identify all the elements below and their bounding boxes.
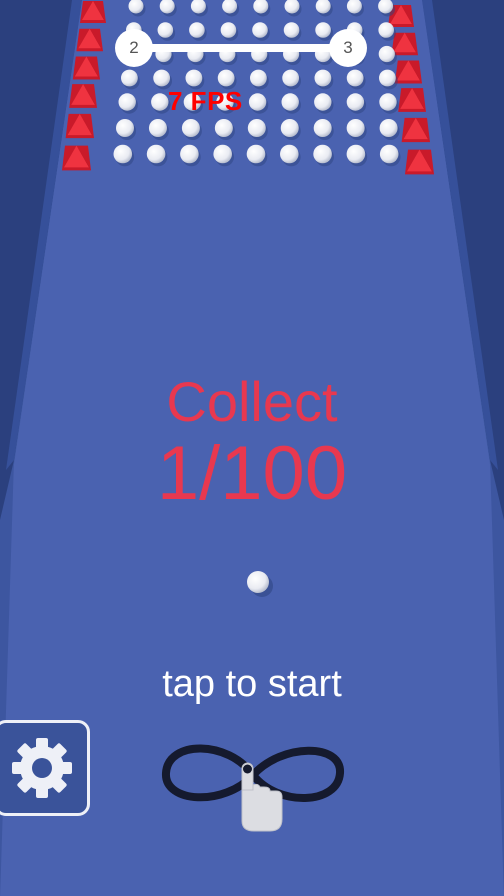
current-level-badge: 2 [115, 29, 153, 67]
gear-icon [12, 738, 72, 798]
progress-track [145, 44, 337, 52]
white-ball [314, 93, 332, 111]
red-spike-block [80, 0, 106, 24]
white-ball [153, 69, 171, 87]
red-spike-block [391, 32, 418, 56]
level-progress-bar: 2 3 [115, 29, 367, 67]
white-ball [282, 69, 300, 87]
white-ball [213, 144, 232, 164]
white-ball [346, 119, 365, 137]
white-ball [118, 93, 136, 111]
red-spike-block [398, 88, 426, 112]
white-ball [248, 93, 267, 111]
white-ball [379, 69, 396, 87]
white-ball [280, 119, 299, 137]
red-spike-block [69, 84, 97, 108]
red-spike-block [72, 56, 100, 80]
white-ball [313, 144, 332, 164]
white-ball [314, 69, 332, 87]
white-ball [151, 93, 169, 111]
collect-title: Collect [166, 370, 338, 433]
white-ball [378, 45, 395, 63]
white-ball [185, 69, 203, 87]
red-spike-block [62, 145, 91, 171]
red-spike-block [76, 28, 103, 52]
white-ball [379, 119, 398, 137]
fps-counter: 7 FPS [168, 86, 243, 116]
white-ball [379, 93, 397, 111]
white-ball [116, 119, 134, 137]
infinity-swipe-icon [162, 744, 344, 832]
red-spike-block [65, 113, 94, 139]
white-ball [378, 22, 395, 38]
white-ball [281, 93, 299, 111]
white-ball [148, 119, 167, 137]
white-ball [181, 119, 200, 137]
white-ball [346, 93, 365, 111]
white-ball [280, 144, 299, 164]
collect-counter: 1/100 [156, 431, 348, 516]
tap-to-start-text[interactable]: tap to start [0, 660, 504, 708]
pointing-hand-icon [241, 762, 283, 832]
white-ball [246, 144, 266, 164]
white-ball [346, 144, 366, 164]
white-ball [180, 144, 199, 164]
next-level-badge: 3 [329, 29, 367, 67]
white-ball [313, 119, 332, 137]
white-ball [379, 144, 399, 164]
red-spike-block [405, 149, 434, 175]
white-ball [247, 119, 266, 137]
red-spike-block [394, 60, 422, 84]
settings-button[interactable] [0, 720, 90, 816]
white-ball [146, 144, 166, 164]
white-ball [346, 69, 364, 87]
white-ball [120, 69, 138, 87]
white-ball [250, 69, 267, 87]
white-ball [113, 144, 133, 164]
white-ball [214, 119, 233, 137]
white-ball [217, 69, 235, 87]
player-ball [247, 571, 269, 593]
red-spike-block [401, 117, 430, 143]
